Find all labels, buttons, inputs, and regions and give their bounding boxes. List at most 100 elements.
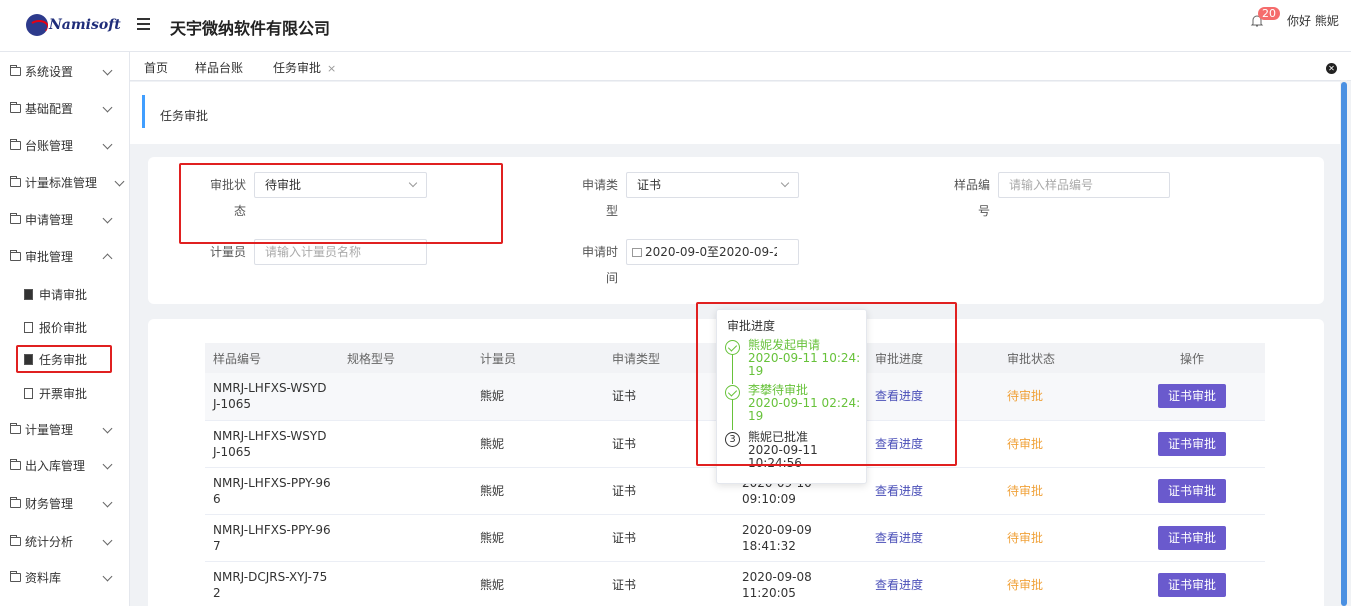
status-badge: 待审批 — [1007, 436, 1044, 451]
sidebar-item-approval[interactable]: 审批管理 — [0, 238, 129, 275]
scrollbar[interactable] — [1341, 80, 1347, 606]
col-sample-no: 样品编号 — [205, 343, 339, 373]
chevron-down-icon — [102, 213, 113, 224]
col-status: 审批状态 — [999, 343, 1119, 373]
menu-toggle-icon[interactable] — [137, 18, 150, 32]
date-range-picker[interactable]: 2020-09-01至2020-09-26 — [626, 239, 799, 265]
sample-no-line: 6 — [213, 491, 221, 506]
cell-type: 证书 — [604, 561, 734, 606]
cell-spec — [339, 420, 472, 468]
sample-no-line: NMRJ-LHFXS-PPY-96 — [213, 475, 331, 490]
cell-action: 证书审批 — [1119, 420, 1265, 468]
cell-status: 待审批 — [999, 514, 1119, 562]
sidebar-item-metering[interactable]: 计量管理 — [0, 411, 129, 448]
highlight-box-status — [179, 163, 503, 244]
sidebar-item-finance[interactable]: 财务管理 — [0, 485, 129, 522]
status-badge: 待审批 — [1007, 530, 1044, 545]
sidebar-item-system[interactable]: 系统设置 — [0, 53, 129, 90]
cell-meter: 熊妮 — [472, 514, 604, 562]
sidebar-item-library[interactable]: 资料库 — [0, 559, 129, 596]
sidebar-item-apply[interactable]: 申请管理 — [0, 201, 129, 238]
subitem-apply-approval[interactable]: 申请审批 — [20, 280, 112, 308]
chevron-down-icon — [102, 139, 113, 150]
calendar-icon — [632, 248, 642, 257]
folder-icon — [10, 139, 21, 150]
sidebar-item-label: 财务管理 — [25, 497, 74, 511]
chevron-down-icon — [102, 423, 113, 434]
certificate-approve-button[interactable]: 证书审批 — [1157, 478, 1226, 503]
sidebar-item-label: 系统设置 — [25, 65, 74, 79]
certificate-approve-button[interactable]: 证书审批 — [1157, 572, 1226, 597]
document-icon — [24, 288, 33, 300]
document-icon — [24, 353, 33, 365]
cell-status: 待审批 — [999, 420, 1119, 468]
cell-sample-no: NMRJ-LHFXS-WSYD J-1065 — [205, 420, 339, 468]
sidebar-item-warehouse[interactable]: 出入库管理 — [0, 447, 129, 484]
tab-home[interactable]: 首页 — [144, 59, 168, 76]
sidebar-item-base[interactable]: 基础配置 — [0, 90, 129, 127]
chevron-down-icon — [102, 102, 113, 113]
sidebar-item-standard[interactable]: 计量标准管理 — [0, 164, 129, 201]
table-row: NMRJ-LHFXS-PPY-96 7 熊妮 证书 2020-09-09 18:4… — [205, 514, 1265, 562]
folder-icon — [10, 250, 21, 261]
notification-badge: 20 — [1258, 7, 1280, 20]
sample-no-line: 7 — [213, 538, 221, 553]
close-all-tabs-icon[interactable]: ✕ — [1326, 63, 1337, 74]
chevron-down-icon — [102, 459, 113, 470]
certificate-approve-button[interactable]: 证书审批 — [1157, 384, 1226, 409]
sidebar-item-ledger[interactable]: 台账管理 — [0, 127, 129, 164]
page-title: 任务审批 — [160, 109, 209, 123]
subitem-label: 报价审批 — [39, 320, 88, 335]
sidebar-item-label: 审批管理 — [25, 250, 74, 264]
subitem-label: 任务审批 — [39, 352, 88, 367]
subitem-task-approval[interactable]: 任务审批 — [16, 345, 112, 373]
folder-icon — [10, 459, 21, 470]
scrollbar-thumb[interactable] — [1341, 82, 1347, 606]
status-badge: 待审批 — [1007, 577, 1044, 592]
logo[interactable]: Namisoft — [26, 14, 121, 36]
cell-sample-no: NMRJ-LHFXS-PPY-96 7 — [205, 514, 339, 562]
certificate-approve-button[interactable]: 证书审批 — [1157, 431, 1226, 456]
sidebar: 系统设置 基础配置 台账管理 计量标准管理 申请管理 审批管理 申请审批 报价审… — [0, 52, 130, 606]
sample-input[interactable]: 请输入样品编号 — [998, 172, 1170, 198]
tab-close-icon[interactable]: × — [327, 62, 336, 75]
cell-meter: 熊妮 — [472, 420, 604, 468]
cell-spec — [339, 561, 472, 606]
view-progress-link[interactable]: 查看进度 — [875, 531, 923, 545]
cell-spec — [339, 373, 472, 421]
top-header: Namisoft 天宇微纳软件有限公司 20 你好 熊妮 — [0, 0, 1351, 52]
tab-sample-ledger[interactable]: 样品台账 — [195, 59, 243, 76]
subitem-invoice-approval[interactable]: 开票审批 — [20, 379, 112, 407]
subitem-quote-approval[interactable]: 报价审批 — [20, 313, 112, 341]
date-separator: 至 — [707, 245, 720, 259]
cell-sample-no: NMRJ-LHFXS-WSYD J-1065 — [205, 373, 339, 421]
company-name: 天宇微纳软件有限公司 — [170, 19, 331, 38]
cell-progress: 查看进度 — [867, 514, 999, 562]
sample-no-line: NMRJ-LHFXS-WSYD — [213, 381, 327, 396]
logo-text: Namisoft — [49, 17, 121, 33]
certificate-approve-button[interactable]: 证书审批 — [1157, 525, 1226, 550]
tab-bar: 首页 样品台账 任务审批 × ✕ — [130, 52, 1351, 85]
cell-sample-no: NMRJ-DCJRS-XYJ-75 2 — [205, 561, 339, 606]
type-select[interactable]: 证书 — [626, 172, 799, 198]
chevron-down-icon — [102, 497, 113, 508]
subitem-label: 申请审批 — [39, 287, 88, 302]
sidebar-item-stats[interactable]: 统计分析 — [0, 523, 129, 560]
sample-no-line: J-1065 — [213, 397, 251, 412]
table-row: NMRJ-DCJRS-XYJ-75 2 熊妮 证书 2020-09-08 11:2… — [205, 561, 1265, 606]
logo-icon — [26, 14, 48, 36]
chevron-down-icon — [102, 571, 113, 582]
document-icon — [24, 387, 33, 399]
sidebar-item-label: 台账管理 — [25, 139, 74, 153]
date-end: 2020-09-26 — [719, 245, 777, 259]
cell-type: 证书 — [604, 514, 734, 562]
view-progress-link[interactable]: 查看进度 — [875, 578, 923, 592]
sidebar-item-label: 计量标准管理 — [25, 176, 98, 190]
cell-status: 待审批 — [999, 467, 1119, 515]
folder-icon — [10, 571, 21, 582]
view-progress-link[interactable]: 查看进度 — [875, 484, 923, 498]
folder-icon — [10, 176, 21, 187]
user-greeting[interactable]: 你好 熊妮 — [1287, 12, 1339, 29]
type-label-wrap: 型 — [605, 204, 618, 218]
col-spec: 规格型号 — [339, 343, 472, 373]
